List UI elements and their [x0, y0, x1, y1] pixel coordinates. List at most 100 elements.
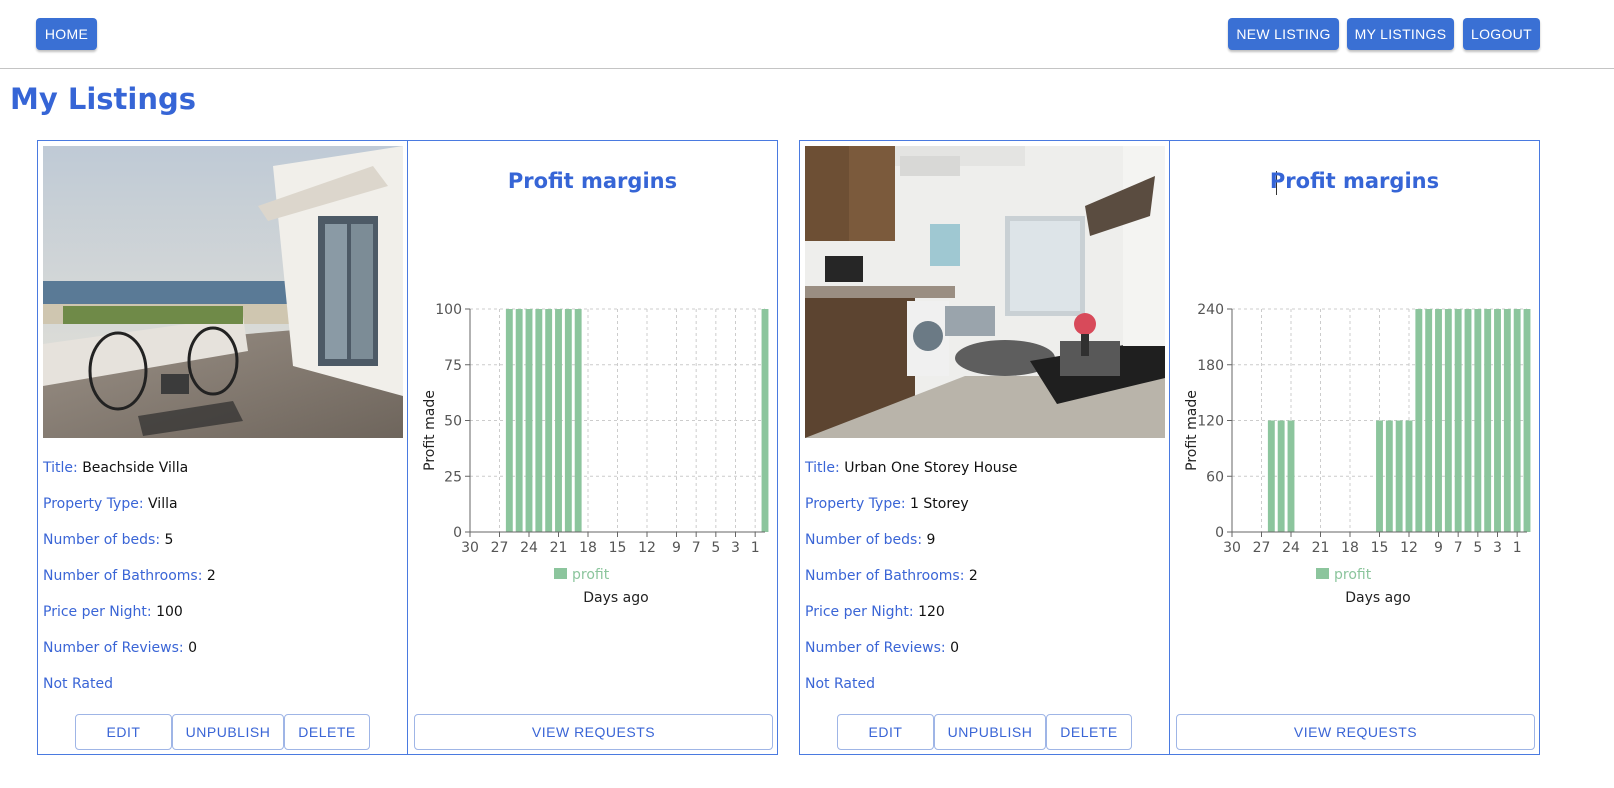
x-tick-label: 9 — [1434, 540, 1443, 556]
edit-button[interactable]: EDIT — [75, 714, 172, 750]
price-row: Price per Night: 120 — [805, 604, 945, 620]
chart-bar — [1503, 309, 1511, 532]
x-tick-label: 18 — [579, 540, 597, 556]
x-tick-label: 27 — [491, 540, 509, 556]
chart-bar — [545, 309, 553, 532]
rating-row: Not Rated — [805, 676, 875, 692]
price-label: Price per Night: — [43, 604, 152, 620]
listing-card: Title: Urban One Storey House Property T… — [799, 140, 1170, 755]
y-tick-label: 180 — [1197, 358, 1224, 374]
legend-label: profit — [572, 567, 610, 583]
listing-title-row: Title: Beachside Villa — [43, 460, 188, 476]
chart-bar — [1385, 420, 1393, 532]
beds-row: Number of beds: 9 — [805, 532, 935, 548]
listing-title-row: Title: Urban One Storey House — [805, 460, 1018, 476]
reviews-label: Number of Reviews: — [805, 640, 946, 656]
property-type-row: Property Type: 1 Storey — [805, 496, 969, 512]
x-tick-label: 12 — [1400, 540, 1418, 556]
reviews-value: 0 — [188, 640, 197, 656]
chart-bar — [1513, 309, 1521, 532]
chart-bar — [1425, 309, 1433, 532]
y-tick-label: 0 — [1215, 525, 1224, 541]
chart-bar — [535, 309, 543, 532]
beds-row: Number of beds: 5 — [43, 532, 173, 548]
bathrooms-value: 2 — [206, 568, 216, 584]
reviews-row: Number of Reviews: 0 — [43, 640, 197, 656]
view-requests-button[interactable]: VIEW REQUESTS — [1176, 714, 1535, 750]
legend-swatch — [1316, 568, 1329, 579]
new-listing-button[interactable]: NEW LISTING — [1228, 18, 1339, 50]
unpublish-button[interactable]: UNPUBLISH — [934, 714, 1046, 750]
x-tick-label: 30 — [1223, 540, 1241, 556]
x-tick-label: 24 — [1282, 540, 1300, 556]
chart-bar — [525, 309, 533, 532]
chart-bar — [564, 309, 572, 532]
x-tick-label: 7 — [692, 540, 701, 556]
chart-bar — [1464, 309, 1472, 532]
chart-bar — [1444, 309, 1452, 532]
y-tick-label: 60 — [1206, 469, 1224, 485]
listing-title: Beachside Villa — [82, 460, 189, 476]
price-value: 100 — [156, 604, 183, 620]
x-tick-label: 9 — [672, 540, 681, 556]
x-tick-label: 24 — [520, 540, 538, 556]
listing-thumbnail — [805, 146, 1165, 438]
chart-card: Profit margins 0 25 50 75 100 30 27 24 21 18 15 12 9… — [407, 140, 778, 755]
y-tick-label: 240 — [1197, 302, 1224, 318]
unpublish-button[interactable]: UNPUBLISH — [172, 714, 284, 750]
reviews-label: Number of Reviews: — [43, 640, 184, 656]
listing-card: Title: Beachside Villa Property Type: Vi… — [37, 140, 408, 755]
chart-bar — [574, 309, 582, 532]
y-tick-label: 100 — [435, 302, 462, 318]
y-tick-label: 25 — [444, 469, 462, 485]
chart-bar — [515, 309, 523, 532]
chart-title: Profit margins — [507, 169, 678, 193]
property-type-label: Property Type: — [43, 496, 144, 512]
chart-bar — [1523, 309, 1531, 532]
y-tick-label: 50 — [444, 414, 462, 430]
chart-card: Profit margins 0 60 120 180 240 30 27 24 21 18 15 1… — [1169, 140, 1540, 755]
x-tick-label: 7 — [1454, 540, 1463, 556]
chart-bar — [1405, 420, 1413, 532]
bathrooms-label: Number of Bathrooms: — [805, 568, 965, 584]
x-tick-label: 1 — [751, 540, 760, 556]
x-tick-label: 3 — [731, 540, 740, 556]
listing-thumbnail — [43, 146, 403, 438]
x-tick-label: 3 — [1493, 540, 1502, 556]
reviews-row: Number of Reviews: 0 — [805, 640, 959, 656]
chart-bar — [555, 309, 562, 532]
x-tick-label: 15 — [1371, 540, 1389, 556]
bathrooms-label: Number of Bathrooms: — [43, 568, 203, 584]
chart-bar — [1395, 420, 1403, 532]
title-label: Title: — [805, 460, 840, 476]
listing-title: Urban One Storey House — [844, 460, 1018, 476]
navbar-divider — [0, 68, 1614, 69]
y-tick-label: 0 — [453, 525, 462, 541]
chart-title: Profit margins — [1269, 169, 1440, 193]
x-axis-label: Days ago — [583, 590, 648, 606]
chart-bar — [1267, 420, 1275, 532]
beds-label: Number of beds: — [805, 532, 923, 548]
y-axis-label: Profit made — [422, 390, 438, 471]
price-label: Price per Night: — [805, 604, 914, 620]
beds-value: 9 — [926, 532, 936, 548]
y-tick-label: 120 — [1197, 414, 1224, 430]
legend-swatch — [554, 568, 567, 579]
property-type-row: Property Type: Villa — [43, 496, 178, 512]
x-tick-label: 21 — [550, 540, 568, 556]
rating-row: Not Rated — [43, 676, 113, 692]
x-axis-label: Days ago — [1345, 590, 1410, 606]
price-value: 120 — [918, 604, 945, 620]
x-tick-label: 1 — [1513, 540, 1522, 556]
home-button[interactable]: HOME — [36, 18, 97, 50]
chart-bar — [1415, 309, 1423, 532]
view-requests-button[interactable]: VIEW REQUESTS — [414, 714, 773, 750]
logout-button[interactable]: LOGOUT — [1463, 18, 1540, 50]
chart-bar — [1484, 309, 1492, 532]
my-listings-button[interactable]: MY LISTINGS — [1347, 18, 1454, 50]
edit-button[interactable]: EDIT — [837, 714, 934, 750]
rating-text: Not Rated — [805, 676, 875, 692]
chart-bar — [1494, 309, 1501, 532]
delete-button[interactable]: DELETE — [1046, 714, 1132, 750]
delete-button[interactable]: DELETE — [284, 714, 370, 750]
